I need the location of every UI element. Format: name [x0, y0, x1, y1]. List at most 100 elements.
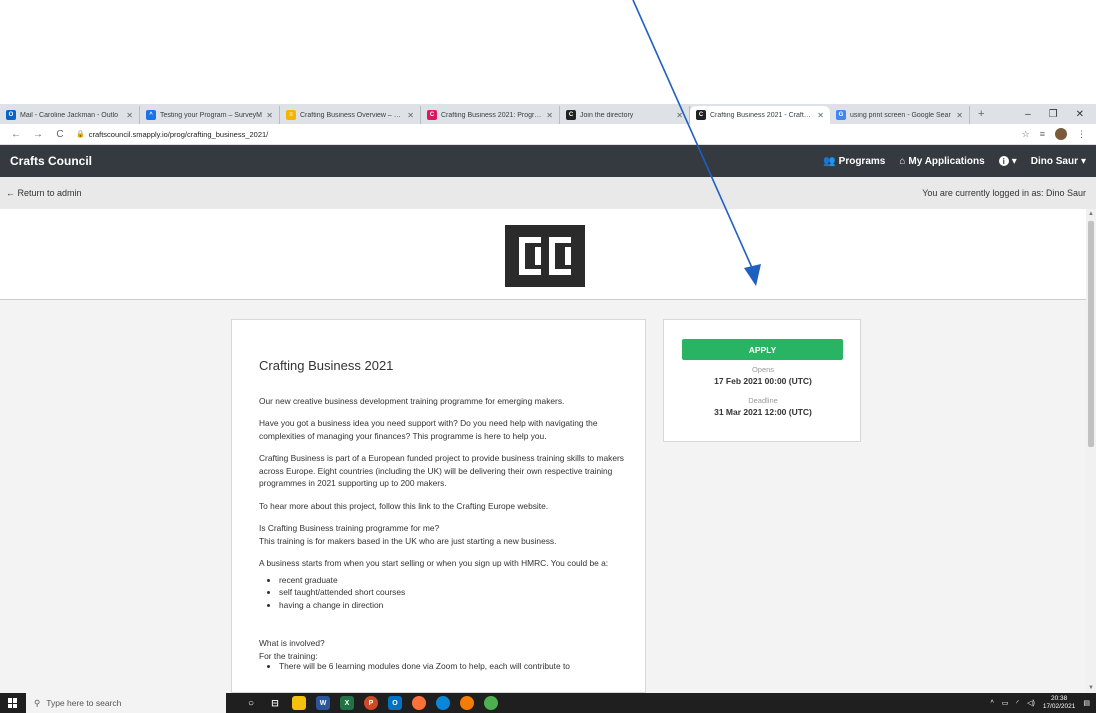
apply-card: APPLY Opens 17 Feb 2021 00:00 (UTC) Dead… [663, 319, 861, 442]
browser-tab[interactable]: ≡ Crafting Business Overview – Cra ✕ [280, 106, 421, 124]
scrollbar-thumb[interactable] [1088, 221, 1094, 447]
scroll-down-icon[interactable]: ▼ [1086, 683, 1096, 693]
forward-icon[interactable]: → [32, 129, 44, 140]
tab-favicon-icon: C [696, 110, 706, 120]
program-description-card: Crafting Business 2021 Our new creative … [231, 319, 646, 693]
eligibility-answer: This training is for makers based in the… [259, 535, 557, 546]
support-paragraph: Have you got a business idea you need su… [259, 418, 598, 441]
url-field[interactable]: 🔒 craftscouncil.smapply.io/prog/crafting… [76, 130, 268, 139]
chrome-app-icon[interactable] [484, 696, 498, 710]
users-icon: 👥 [823, 155, 836, 167]
cortana-icon[interactable]: ○ [244, 696, 258, 710]
tab-close-icon[interactable]: ✕ [546, 111, 553, 120]
browser-tab[interactable]: Gusing print screen - Google Sear ✕ [830, 106, 970, 124]
crafting-europe-link-paragraph[interactable]: To hear more about this project, follow … [259, 500, 629, 513]
return-to-admin-link[interactable]: ← Return to admin [6, 188, 82, 198]
browser-tab[interactable]: C Join the directory ✕ [560, 106, 690, 124]
lock-icon: 🔒 [76, 131, 85, 138]
user-menu[interactable]: Dino Saur ▾ [1031, 156, 1086, 167]
deadline-label: Deadline [748, 396, 778, 405]
project-paragraph: Crafting Business is part of a European … [259, 453, 624, 488]
admin-bar: ← Return to admin You are currently logg… [0, 177, 1096, 209]
wifi-icon[interactable]: ◜ [1016, 699, 1019, 707]
outlook-icon[interactable]: O [388, 696, 402, 710]
volume-icon[interactable]: ◁) [1027, 699, 1035, 707]
nav-programs-label: Programs [838, 155, 886, 167]
involvement-paragraph: What is involved? For the training: [259, 637, 629, 662]
close-window-icon[interactable]: ✕ [1076, 109, 1084, 120]
taskbar-search[interactable]: ⚲ Type here to search [26, 693, 226, 713]
taskbar-search-placeholder: Type here to search [46, 698, 122, 708]
windows-logo-icon [8, 698, 18, 708]
start-button[interactable] [4, 693, 22, 713]
help-menu[interactable]: i ▾ [998, 156, 1017, 167]
minimize-icon[interactable]: – [1025, 109, 1031, 120]
tab-title: Crafting Business Overview – Cra [300, 111, 404, 119]
opens-label: Opens [751, 365, 775, 374]
tab-close-icon[interactable]: ✕ [676, 111, 683, 120]
network-icon[interactable]: ▭ [1002, 699, 1009, 707]
nav-my-applications[interactable]: ⌂ My Applications [899, 156, 984, 167]
tab-title: using print screen - Google Sear [850, 111, 951, 119]
clock[interactable]: 20:38 17/02/2021 [1043, 695, 1076, 711]
restore-icon[interactable]: ❐ [1049, 109, 1058, 120]
edge-icon[interactable] [436, 696, 450, 710]
logged-in-status: You are currently logged in as: Dino Sau… [922, 188, 1086, 198]
reading-list-icon[interactable]: ≡ [1040, 129, 1045, 139]
chrome-icon[interactable] [460, 696, 474, 710]
crafts-council-logo [505, 225, 585, 287]
training-heading: For the training: [259, 650, 318, 661]
tab-favicon-icon: ≡ [286, 110, 296, 120]
word-icon[interactable]: W [316, 696, 330, 710]
excel-icon[interactable]: X [340, 696, 354, 710]
user-name: Dino Saur [1030, 155, 1078, 167]
back-icon[interactable]: ← [10, 129, 22, 140]
opens-date: 17 Feb 2021 00:00 (UTC) [714, 376, 812, 386]
apply-button[interactable]: APPLY [682, 339, 843, 360]
browser-menu-icon[interactable]: ⋮ [1077, 129, 1086, 140]
new-tab-button[interactable]: + [970, 108, 992, 120]
browser-tab[interactable]: O Mail - Caroline Jackman - Outlo ✕ [0, 106, 140, 124]
site-navbar: Crafts Council 👥 Programs ⌂ My Application… [0, 145, 1096, 177]
browser-tab[interactable]: ^ Testing your Program – SurveyM ✕ [140, 106, 280, 124]
taskbar-pinned-apps: ○ ⊟ W X P O [244, 696, 498, 710]
clock-time: 20:38 [1050, 695, 1068, 702]
tab-close-icon[interactable]: ✕ [407, 111, 414, 120]
powerpoint-icon[interactable]: P [364, 696, 378, 710]
address-bar-actions: ☆ ≡ ⋮ [1022, 128, 1096, 140]
info-icon: i [998, 156, 1009, 166]
firefox-icon[interactable] [412, 696, 426, 710]
business-start-paragraph: A business starts from when you start se… [259, 558, 609, 568]
browser-tab[interactable]: C Crafting Business 2021: Program ✕ [421, 106, 560, 124]
task-view-icon[interactable]: ⊟ [268, 696, 282, 710]
tab-close-icon[interactable]: ✕ [817, 111, 824, 120]
scroll-up-icon[interactable]: ▲ [1086, 209, 1096, 219]
program-title: Crafting Business 2021 [259, 358, 394, 373]
tab-favicon-icon: C [427, 110, 437, 120]
page-scrollbar[interactable]: ▲ ▼ [1086, 209, 1096, 693]
tab-title: Testing your Program – SurveyM [160, 111, 262, 119]
bookmark-star-icon[interactable]: ☆ [1022, 129, 1030, 140]
deadline-date: 31 Mar 2021 12:00 (UTC) [714, 407, 812, 417]
notifications-icon[interactable]: ▤ [1083, 699, 1090, 707]
tab-close-icon[interactable]: ✕ [266, 111, 273, 120]
reload-icon[interactable]: C [54, 129, 66, 140]
tab-close-icon[interactable]: ✕ [956, 111, 963, 120]
tab-title: Crafting Business 2021: Program [441, 111, 543, 119]
brand-link[interactable]: Crafts Council [10, 154, 92, 168]
nav-programs[interactable]: 👥 Programs [823, 156, 885, 167]
tab-favicon-icon: O [6, 110, 16, 120]
file-explorer-icon[interactable] [292, 696, 306, 710]
tray-chevron-icon[interactable]: ^ [990, 700, 993, 707]
url-text: craftscouncil.smapply.io/prog/crafting_b… [88, 129, 269, 139]
clock-date: 17/02/2021 [1042, 703, 1076, 710]
search-icon: ⚲ [34, 697, 41, 708]
window-controls: – ❐ ✕ [1025, 109, 1096, 120]
browser-tab[interactable]: C Crafting Business 2021 - Crafts C ✕ [690, 106, 830, 124]
tab-favicon-icon: ^ [146, 110, 156, 120]
profile-avatar[interactable] [1055, 128, 1067, 140]
home-icon: ⌂ [899, 155, 906, 167]
tab-close-icon[interactable]: ✕ [126, 111, 133, 120]
header-logo-area [0, 209, 1086, 300]
nav-my-applications-label: My Applications [908, 155, 985, 167]
